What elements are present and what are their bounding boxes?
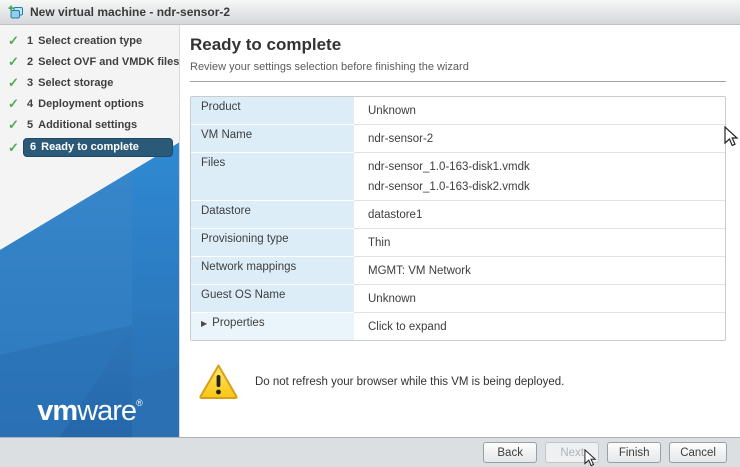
row-value: Click to expand: [368, 321, 447, 333]
step-label: Select storage: [38, 77, 114, 89]
step-number: 4: [27, 98, 34, 110]
row-value: ndr-sensor-2: [368, 133, 434, 145]
row-value: MGMT: VM Network: [368, 265, 471, 277]
check-icon: ✓: [8, 96, 19, 111]
step-label: Select OVF and VMDK files: [38, 56, 180, 68]
window-title: New virtual machine - ndr-sensor-2: [30, 5, 231, 19]
sidebar-step-additional-settings[interactable]: ✓ 5 Additional settings: [8, 117, 173, 133]
step-label: Deployment options: [38, 98, 144, 110]
page-title: Ready to complete: [190, 35, 342, 54]
deploy-warning: Do not refresh your browser while this V…: [198, 363, 726, 400]
warning-icon: [199, 364, 238, 399]
settings-summary-table: Product Unknown VM Name ndr-sensor-2 Fil…: [190, 96, 726, 341]
table-row-guest-os-name: Guest OS Name Unknown: [191, 285, 725, 313]
sidebar-step-deployment-options[interactable]: ✓ 4 Deployment options: [8, 96, 173, 112]
step-label: Additional settings: [38, 119, 138, 131]
page-subtitle: Review your settings selection before fi…: [190, 61, 469, 73]
table-row-files: Files ndr-sensor_1.0-163-disk1.vmdk ndr-…: [191, 153, 725, 201]
new-vm-icon: [8, 5, 23, 18]
sidebar-step-select-storage[interactable]: ✓ 3 Select storage: [8, 75, 173, 91]
step-label: Ready to complete: [41, 141, 139, 153]
next-button[interactable]: Next: [545, 442, 600, 463]
step-label: Select creation type: [38, 35, 143, 47]
row-key: Network mappings: [191, 257, 354, 285]
vmware-logo: vmware®: [37, 395, 143, 427]
step-number: 5: [27, 119, 34, 131]
section-divider: [190, 81, 726, 82]
step-number: 6: [30, 141, 37, 153]
step-number: 3: [27, 77, 34, 89]
row-value: ndr-sensor_1.0-163-disk1.vmdk: [368, 161, 530, 173]
sidebar-step-ready-to-complete[interactable]: ✓ 6 Ready to complete: [8, 138, 173, 157]
back-button[interactable]: Back: [483, 442, 538, 463]
row-value: Thin: [368, 237, 391, 249]
table-row-network-mappings: Network mappings MGMT: VM Network: [191, 257, 725, 285]
check-icon: ✓: [8, 117, 19, 132]
sidebar-step-select-creation-type[interactable]: ✓ 1 Select creation type: [8, 33, 173, 49]
check-icon: ✓: [8, 54, 19, 69]
row-key: Properties: [212, 317, 265, 329]
cancel-button[interactable]: Cancel: [669, 442, 727, 463]
row-key: Guest OS Name: [191, 285, 354, 313]
row-key: Files: [191, 153, 354, 201]
table-row-provisioning-type: Provisioning type Thin: [191, 229, 725, 257]
table-row-vm-name: VM Name ndr-sensor-2: [191, 125, 725, 153]
row-key: Product: [191, 97, 354, 125]
row-value: datastore1: [368, 209, 423, 221]
row-value: Unknown: [368, 105, 416, 117]
check-icon: ✓: [8, 139, 19, 155]
wizard-step-list: ✓ 1 Select creation type ✓ 2 Select OVF an…: [0, 25, 179, 157]
window-titlebar: New virtual machine - ndr-sensor-2: [0, 0, 740, 25]
finish-button[interactable]: Finish: [607, 442, 662, 463]
row-value: ndr-sensor_1.0-163-disk2.vmdk: [368, 181, 530, 193]
table-row-properties[interactable]: ▶ Properties Click to expand: [191, 313, 725, 340]
wizard-footer: Back Next Finish Cancel: [0, 437, 740, 467]
step-number: 1: [27, 35, 34, 47]
row-key: Datastore: [191, 201, 354, 229]
wizard-content: Ready to complete Review your settings s…: [180, 25, 740, 437]
check-icon: ✓: [8, 33, 19, 48]
row-key: VM Name: [191, 125, 354, 153]
table-row-product: Product Unknown: [191, 97, 725, 125]
wizard-steps-sidebar: ✓ 1 Select creation type ✓ 2 Select OVF an…: [0, 25, 180, 437]
sidebar-step-select-ovf-vmdk[interactable]: ✓ 2 Select OVF and VMDK files: [8, 54, 179, 70]
table-row-datastore: Datastore datastore1: [191, 201, 725, 229]
new-vm-wizard-window: New virtual machine - ndr-sensor-2 ✓ 1 S…: [0, 0, 740, 467]
expand-arrow-icon: ▶: [201, 319, 208, 328]
check-icon: ✓: [8, 75, 19, 90]
step-number: 2: [27, 56, 34, 68]
warning-text: Do not refresh your browser while this V…: [255, 375, 565, 388]
row-key: Provisioning type: [191, 229, 354, 257]
row-value: Unknown: [368, 293, 416, 305]
